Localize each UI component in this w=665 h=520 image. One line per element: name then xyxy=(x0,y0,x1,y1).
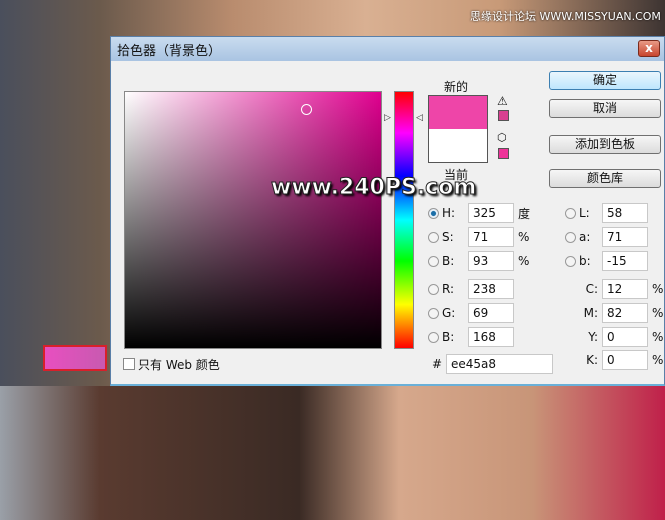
background-photo xyxy=(0,386,665,520)
hue-arrow-left-icon[interactable]: ▷ xyxy=(384,113,391,123)
lab-b-label: b: xyxy=(579,254,591,268)
l-radio[interactable] xyxy=(565,207,576,219)
hue-arrow-right-icon[interactable]: ◁ xyxy=(416,113,423,123)
s-unit: % xyxy=(518,230,530,244)
lab-b-radio[interactable] xyxy=(565,255,576,267)
cancel-button[interactable]: 取消 xyxy=(549,99,661,118)
r-radio[interactable] xyxy=(428,283,439,295)
brightness-label: B: xyxy=(442,254,455,268)
h-input[interactable]: 325 xyxy=(468,203,514,223)
lab-b-input[interactable]: -15 xyxy=(602,251,648,271)
brightness-input[interactable]: 93 xyxy=(468,251,514,271)
color-field[interactable] xyxy=(124,91,382,349)
new-label: 新的 xyxy=(444,80,469,94)
checkbox[interactable] xyxy=(123,358,135,370)
brightness-unit: % xyxy=(518,254,530,268)
color-cursor[interactable] xyxy=(301,104,312,115)
k-label: K: xyxy=(586,353,598,367)
l-input[interactable]: 58 xyxy=(602,203,648,223)
h-label: H: xyxy=(442,206,456,220)
web-swatch[interactable] xyxy=(498,148,509,159)
g-input[interactable]: 69 xyxy=(468,303,514,323)
watermark: 思缘设计论坛 WWW.MISSYUAN.COM xyxy=(470,10,661,23)
blue-label: B: xyxy=(442,330,455,344)
title-bar[interactable]: 拾色器（背景色） xyxy=(111,37,664,61)
hue-slider[interactable] xyxy=(394,91,414,349)
y-input[interactable]: 0 xyxy=(602,327,648,347)
s-label: S: xyxy=(442,230,454,244)
g-radio[interactable] xyxy=(428,307,439,319)
color-swatch xyxy=(428,95,488,163)
c-input[interactable]: 12 xyxy=(602,279,648,299)
r-label: R: xyxy=(442,282,455,296)
s-input[interactable]: 71 xyxy=(468,227,514,247)
watermark-center: www.240PS.com xyxy=(270,175,477,201)
k-unit: % xyxy=(652,353,664,367)
current-color-swatch[interactable] xyxy=(429,129,487,162)
a-radio[interactable] xyxy=(565,231,576,243)
m-unit: % xyxy=(652,306,664,320)
hex-label: # xyxy=(432,357,443,371)
y-unit: % xyxy=(652,330,664,344)
sample-marker xyxy=(43,345,107,371)
gamut-swatch[interactable] xyxy=(498,110,509,121)
dialog-title: 拾色器（背景色） xyxy=(117,43,222,59)
c-unit: % xyxy=(652,282,664,296)
m-label: M: xyxy=(583,306,598,320)
ok-button[interactable]: 确定 xyxy=(549,71,661,90)
blue-input[interactable]: 168 xyxy=(468,327,514,347)
y-label: Y: xyxy=(588,330,598,344)
l-label: L: xyxy=(579,206,590,220)
hex-input[interactable]: ee45a8 xyxy=(446,354,553,374)
g-label: G: xyxy=(442,306,456,320)
web-cube-icon[interactable]: ⬡ xyxy=(497,131,507,144)
a-input[interactable]: 71 xyxy=(602,227,648,247)
close-button[interactable]: x xyxy=(638,40,660,57)
new-color-swatch xyxy=(429,96,487,129)
gamut-warning-icon[interactable]: ⚠ xyxy=(497,94,508,108)
k-input[interactable]: 0 xyxy=(602,350,648,370)
h-unit: 度 xyxy=(518,206,531,221)
color-libraries-button[interactable]: 颜色库 xyxy=(549,169,661,188)
h-radio[interactable] xyxy=(428,207,439,219)
add-to-swatches-button[interactable]: 添加到色板 xyxy=(549,135,661,154)
a-label: a: xyxy=(579,230,591,244)
brightness-radio[interactable] xyxy=(428,255,439,267)
color-picker-dialog: 拾色器（背景色） x ▷ ◁ 新的 当前 ⚠ ⬡ 确定 取消 添加到色板 颜色库… xyxy=(110,36,665,386)
c-label: C: xyxy=(585,282,598,296)
web-only-label: 只有 Web 颜色 xyxy=(138,357,220,372)
m-input[interactable]: 82 xyxy=(602,303,648,323)
web-only-checkbox[interactable]: 只有 Web 颜色 xyxy=(123,354,220,374)
s-radio[interactable] xyxy=(428,231,439,243)
blue-radio[interactable] xyxy=(428,331,439,343)
r-input[interactable]: 238 xyxy=(468,279,514,299)
